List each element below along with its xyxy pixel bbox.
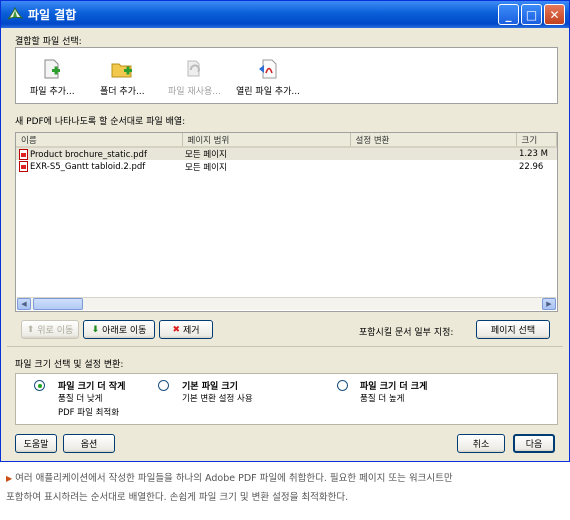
page-range-cell: 모든 페이지 (185, 162, 227, 173)
default-size-radio[interactable] (158, 380, 169, 391)
combine-files-window: 파일 결합 _ □ ✕ 결합할 파일 선택: 파일 추가... 폴더 추가... (0, 0, 570, 462)
choose-pages-button[interactable]: 페이지 선택 (476, 320, 550, 339)
conversion-cell (350, 147, 516, 160)
size-cell: 1.23 M (516, 147, 557, 160)
arrange-files-label: 새 PDF에 나타나도록 할 순서대로 파일 배열: (15, 117, 186, 127)
column-name[interactable]: 이름 (16, 133, 183, 148)
scrollbar-thumb[interactable] (33, 298, 83, 310)
options-button[interactable]: 옵션 (63, 434, 115, 453)
bullet-icon: ▶ (6, 474, 13, 483)
smaller-size-desc-line2: PDF 파일 최적화 (58, 408, 120, 418)
next-label: 다음 (525, 440, 543, 450)
reuse-files-button[interactable]: 파일 재사용... (168, 58, 221, 97)
larger-size-desc-line1: 품질 더 높게 (360, 394, 405, 404)
help-button[interactable]: 도움말 (15, 434, 57, 453)
add-open-files-button[interactable]: 열린 파일 추가... (236, 58, 300, 97)
horizontal-scrollbar[interactable]: ◀ ▶ (17, 297, 556, 310)
maximize-icon: □ (525, 7, 538, 22)
arrow-up-icon: ⬆ (26, 324, 35, 335)
page-range-cell: 모든 페이지 (182, 147, 350, 160)
section-divider (7, 346, 563, 347)
table-header: 이름 페이지 범위 설정 변환 크기 (16, 133, 557, 148)
figure-caption: ▶ 여러 애플리케이션에서 작성한 파일들을 하나의 Adobe PDF 파일에 … (6, 469, 566, 507)
remove-icon: ✖ (172, 324, 180, 335)
move-down-label: 아래로 이동 (102, 326, 147, 336)
acrobat-app-icon (7, 6, 23, 19)
conversion-cell (350, 160, 516, 173)
add-files-button[interactable]: 파일 추가... (30, 58, 75, 97)
choose-pages-label: 페이지 선택 (490, 326, 536, 336)
larger-size-title: 파일 크기 더 크게 (360, 382, 428, 392)
reuse-files-label: 파일 재사용... (168, 87, 221, 97)
move-up-label: 위로 이동 (37, 326, 74, 336)
file-name: EXR-S5_Gantt tabloid.2.pdf (30, 162, 146, 172)
cancel-label: 취소 (472, 440, 490, 450)
pdf-file-icon (19, 148, 28, 160)
remove-label: 제거 (182, 326, 200, 336)
maximize-button[interactable]: □ (521, 4, 542, 25)
move-down-button[interactable]: ⬇ 아래로 이동 (83, 320, 155, 339)
close-icon: ✕ (549, 7, 560, 22)
scroll-right-button[interactable]: ▶ (542, 298, 556, 310)
pdf-file-icon (19, 161, 28, 172)
column-page-range[interactable]: 페이지 범위 (182, 133, 351, 148)
column-size[interactable]: 크기 (516, 133, 557, 148)
caption-line-1: ▶ 여러 애플리케이션에서 작성한 파일들을 하나의 Adobe PDF 파일에 … (6, 469, 566, 488)
caption-line-1-text: 여러 애플리케이션에서 작성한 파일들을 하나의 Adobe PDF 파일에 취… (15, 473, 453, 484)
add-folders-label: 폴더 추가... (100, 87, 145, 97)
file-size-label: 파일 크기 선택 및 설정 변환: (15, 360, 124, 370)
table-row[interactable]: Product brochure_static.pdf 모든 페이지 1.23 … (16, 147, 557, 160)
reuse-files-icon (187, 60, 201, 77)
smaller-size-desc: 품질 더 낮게 PDF 파일 최적화 (58, 392, 119, 420)
select-files-label: 결합할 파일 선택: (15, 37, 82, 47)
window-title: 파일 결합 (28, 8, 77, 22)
minimize-icon: _ (505, 7, 512, 22)
minimize-button[interactable]: _ (498, 4, 519, 25)
arrow-left-icon: ◀ (21, 300, 27, 308)
file-source-toolbar: 파일 추가... 폴더 추가... 파일 재사용... 열린 파일 추가... (15, 47, 558, 104)
help-label: 도움말 (23, 440, 49, 450)
file-size-options: 파일 크기 더 작게 품질 더 낮게 PDF 파일 최적화 기본 파일 크기 기… (15, 373, 558, 425)
file-name-cell: Product brochure_static.pdf (16, 147, 182, 160)
move-up-button[interactable]: ⬆ 위로 이동 (21, 320, 79, 339)
default-size-title: 기본 파일 크기 (182, 382, 238, 392)
smaller-size-title: 파일 크기 더 작게 (58, 382, 126, 392)
title-bar: 파일 결합 _ □ ✕ (1, 1, 569, 28)
cancel-button[interactable]: 취소 (457, 434, 505, 453)
arrow-down-icon: ⬇ (91, 324, 100, 335)
size-cell: 22.96 (519, 161, 544, 172)
close-button[interactable]: ✕ (544, 4, 565, 25)
smaller-size-desc-line1: 품질 더 낮게 (58, 394, 103, 404)
default-size-desc: 기본 변환 설정 사용 (182, 392, 253, 406)
default-size-desc-line1: 기본 변환 설정 사용 (182, 394, 253, 404)
file-list[interactable]: 이름 페이지 범위 설정 변환 크기 Product brochure_stat… (15, 132, 558, 312)
add-folders-button[interactable]: 폴더 추가... (100, 58, 145, 97)
add-open-files-label: 열린 파일 추가... (236, 87, 300, 97)
larger-size-radio[interactable] (337, 380, 348, 391)
smaller-size-radio[interactable] (34, 380, 45, 391)
scroll-left-button[interactable]: ◀ (17, 298, 31, 310)
file-name-cell: EXR-S5_Gantt tabloid.2.pdf (16, 160, 182, 173)
add-file-icon (44, 59, 61, 79)
next-button[interactable]: 다음 (513, 434, 555, 453)
add-files-label: 파일 추가... (30, 87, 75, 97)
file-table: 이름 페이지 범위 설정 변환 크기 Product brochure_stat… (16, 133, 557, 173)
table-row[interactable]: EXR-S5_Gantt tabloid.2.pdf 모든 페이지 22.96 (16, 160, 557, 173)
choose-pages-hint: 포함시킬 문서 일부 지정: (359, 328, 454, 338)
caption-line-2: 포함하여 표시하려는 순서대로 배열한다. 손쉽게 파일 크기 및 변환 설정을… (6, 492, 349, 503)
remove-button[interactable]: ✖ 제거 (159, 320, 213, 339)
add-open-files-icon (259, 59, 277, 79)
file-name: Product brochure_static.pdf (30, 149, 147, 160)
larger-size-desc: 품질 더 높게 (360, 392, 405, 406)
arrow-right-icon: ▶ (546, 300, 552, 308)
column-conversion[interactable]: 설정 변환 (350, 133, 517, 148)
add-folder-icon (111, 63, 133, 78)
options-label: 옵션 (80, 440, 98, 450)
